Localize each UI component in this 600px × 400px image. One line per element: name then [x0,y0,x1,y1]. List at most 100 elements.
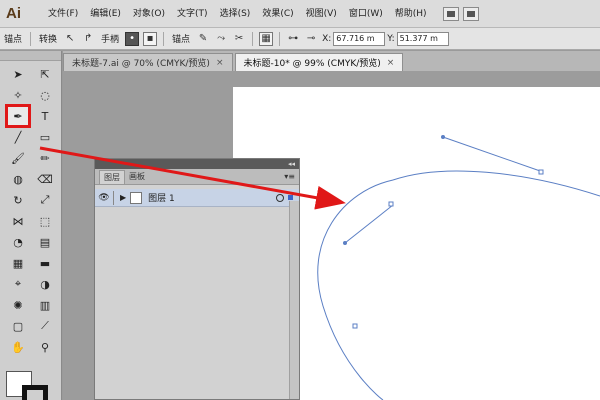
paintbrush-tool-icon[interactable]: 🖌 [8,149,28,167]
align-horizontal-icon[interactable]: ⊶ [286,32,300,46]
eye-icon[interactable]: 👁 [95,193,113,203]
menu-select[interactable]: 选择(S) [214,0,257,28]
menu-help[interactable]: 帮助(H) [389,0,433,28]
eraser-tool-icon[interactable]: ⌫ [35,170,55,188]
collapse-icon[interactable]: ◂◂ [288,160,295,168]
column-graph-tool-icon[interactable]: ▥ [35,296,55,314]
x-field[interactable]: 67.716 m [333,31,386,46]
panel-scrollbar[interactable] [289,201,299,399]
tab-layers[interactable]: 图层 [99,170,125,184]
curve-path-top[interactable] [392,170,600,197]
illustrator-window: Ai 文件(F) 编辑(E) 对象(O) 文字(T) 选择(S) 效果(C) 视… [0,0,600,400]
line-tool-icon[interactable]: ╱ [8,128,28,146]
scale-tool-icon[interactable]: ⤢ [35,191,55,209]
free-transform-tool-icon[interactable]: ⬚ [35,212,55,230]
document-tabs: 未标题-7.ai @ 70% (CMYK/预览) × 未标题-10* @ 99%… [63,51,600,71]
tab-document-7[interactable]: 未标题-7.ai @ 70% (CMYK/预览) × [63,53,233,71]
perspective-grid-tool-icon[interactable]: ▤ [35,233,55,251]
hide-handles-icon[interactable]: ▪ [143,31,158,46]
bridge-button[interactable] [442,6,459,21]
stroke-swatch[interactable] [22,385,48,400]
slice-tool-icon[interactable]: ⟋ [35,317,55,335]
menu-bar: Ai 文件(F) 编辑(E) 对象(O) 文字(T) 选择(S) 效果(C) 视… [0,0,600,28]
tool-grid: ➤ ⇱ ✧ ◌ ✒ T ╱ ▭ 🖌 ✏ ◍ ⌫ ↻ ⤢ ⋈ ⬚ ◔ ▤ ▦ ▬ … [0,61,61,356]
gradient-tool-icon[interactable]: ▬ [35,254,55,272]
tab-label: 未标题-10* @ 99% (CMYK/预览) [243,59,381,69]
eyedropper-tool-icon[interactable]: ⌖ [8,275,28,293]
magic-wand-tool-icon[interactable]: ✧ [8,86,28,104]
type-tool-icon[interactable]: T [35,107,55,125]
pen-tool-icon[interactable]: ✒ [5,104,31,128]
show-handles-icon[interactable]: • [125,31,140,46]
direction-handle-line-2 [344,204,394,244]
lasso-tool-icon[interactable]: ◌ [35,86,55,104]
curve-path[interactable] [317,179,394,400]
close-icon[interactable]: × [387,58,395,68]
y-field[interactable]: 51.377 m [396,31,449,46]
lock-column[interactable] [113,190,114,205]
separator [163,31,165,46]
anchor-point[interactable] [352,323,358,329]
reference-point-icon[interactable]: ▦ [259,31,274,46]
anchor-label: 锚点 [4,35,23,45]
arrange-documents-button[interactable] [462,6,479,21]
align-vertical-icon[interactable]: ⊸ [304,32,318,46]
rectangle-tool-icon[interactable]: ▭ [35,128,55,146]
cut-path-icon[interactable]: ✂ [232,32,246,46]
app-logo: Ai [6,4,21,22]
hand-tool-icon[interactable]: ✋ [8,338,28,356]
layer-thumbnail [130,191,143,204]
target-icon[interactable] [276,193,284,202]
tab-label: 未标题-7.ai @ 70% (CMYK/预览) [72,59,210,69]
toolbox: ➤ ⇱ ✧ ◌ ✒ T ╱ ▭ 🖌 ✏ ◍ ⌫ ↻ ⤢ ⋈ ⬚ ◔ ▤ ▦ ▬ … [0,51,62,400]
menu-file[interactable]: 文件(F) [42,0,84,28]
direct-selection-tool-icon[interactable]: ⇱ [35,65,55,83]
panel-menu-icon[interactable]: ▾≡ [284,172,295,181]
layer-row[interactable]: 👁 ▶ 图层 1 [95,189,299,207]
menu-type[interactable]: 文字(T) [171,0,214,28]
menu-edit[interactable]: 编辑(E) [84,0,127,28]
tab-artboards[interactable]: 画板 [125,170,149,184]
handle-point[interactable] [343,241,347,245]
disclosure-triangle-icon[interactable]: ▶ [120,193,126,202]
rotate-tool-icon[interactable]: ↻ [8,191,28,209]
anchor-point[interactable] [538,169,544,175]
shape-builder-tool-icon[interactable]: ◔ [8,233,28,251]
menu-right-controls [442,6,479,21]
symbol-sprayer-tool-icon[interactable]: ✺ [8,296,28,314]
toolbox-grip[interactable] [0,51,61,61]
selection-indicator [288,195,293,200]
handle-point[interactable] [441,135,445,139]
selection-tool-icon[interactable]: ➤ [8,65,28,83]
artboard-tool-icon[interactable]: ▢ [8,317,28,335]
separator [252,31,254,46]
panel-title-bar[interactable]: ◂◂ [95,159,299,169]
mesh-tool-icon[interactable]: ▦ [8,254,28,272]
zoom-tool-icon[interactable]: ⚲ [35,338,55,356]
menu-object[interactable]: 对象(O) [127,0,171,28]
blob-brush-tool-icon[interactable]: ◍ [8,170,28,188]
connect-anchor-icon[interactable]: ⤳ [214,32,228,46]
anchor-point[interactable] [388,201,394,207]
fill-stroke-swatches [6,369,56,400]
menu-view[interactable]: 视图(V) [300,0,343,28]
menu-effect[interactable]: 效果(C) [256,0,299,28]
blend-tool-icon[interactable]: ◑ [35,275,55,293]
anchor-label-2: 锚点 [172,35,191,45]
y-label: Y: [387,33,395,44]
pencil-tool-icon[interactable]: ✏ [35,149,55,167]
separator [30,31,32,46]
layer-name[interactable]: 图层 1 [148,191,276,204]
close-icon[interactable]: × [216,58,224,68]
panel-tabs: 图层 画板 ▾≡ [95,169,299,185]
remove-anchor-icon[interactable]: ✎ [196,32,210,46]
x-label: X: [322,33,332,44]
menu-window[interactable]: 窗口(W) [343,0,389,28]
convert-to-corner-icon[interactable]: ↖ [63,32,77,46]
convert-to-smooth-icon[interactable]: ↱ [81,32,95,46]
handle-label: 手柄 [101,35,120,45]
layers-panel: ◂◂ 图层 画板 ▾≡ 👁 ▶ 图层 1 [94,158,300,400]
width-tool-icon[interactable]: ⋈ [8,212,28,230]
tab-document-10[interactable]: 未标题-10* @ 99% (CMYK/预览) × [234,53,404,71]
direction-handle-line [442,136,544,173]
